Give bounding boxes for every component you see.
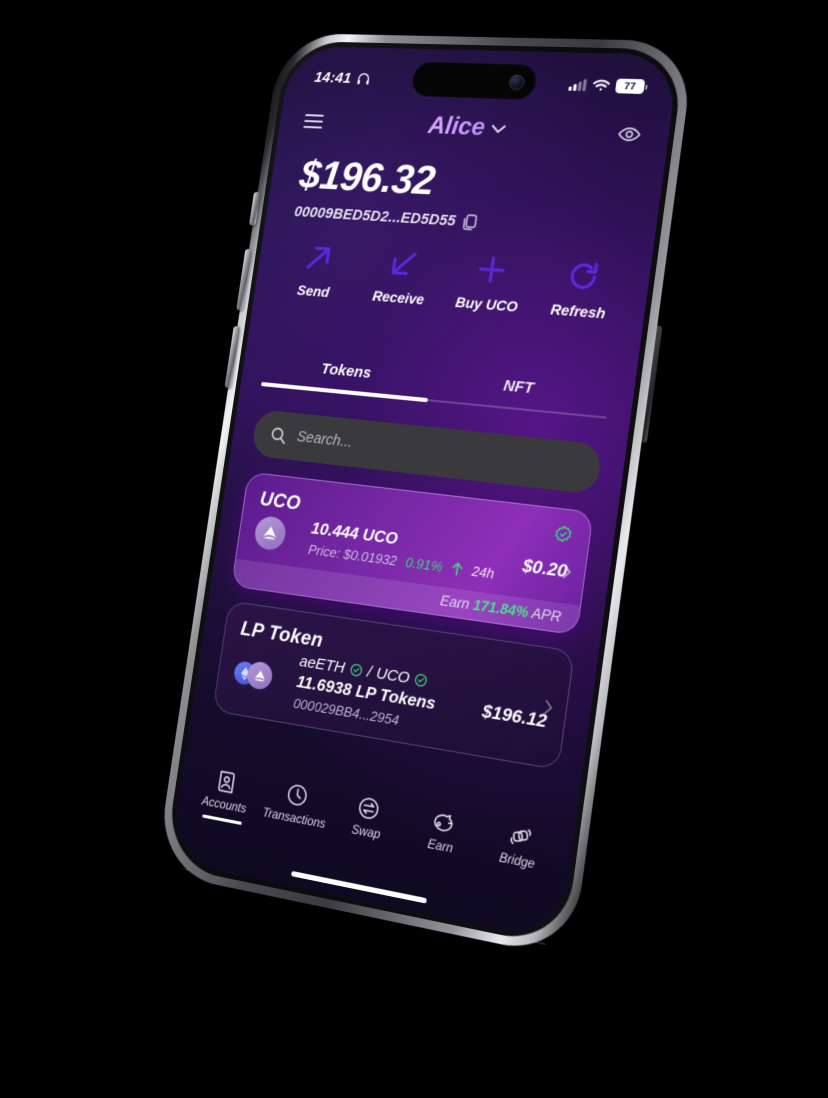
search-input[interactable]: Search...	[296, 429, 354, 451]
token-logo-group	[232, 660, 277, 692]
send-label: Send	[296, 281, 331, 301]
receive-button[interactable]: Receive	[361, 245, 441, 308]
phone-mockup-stage: 14:41 77 Alice $196.32 00009BED5D2...ED5…	[0, 0, 828, 1098]
account-name-label: Alice	[426, 111, 487, 142]
nav-item-bridge[interactable]: Bridge	[478, 817, 560, 876]
verified-badge-icon	[414, 672, 429, 688]
uco-logo-icon	[252, 515, 288, 552]
plus-icon	[473, 252, 510, 287]
bridge-rotate-icon	[506, 822, 534, 852]
chevron-right-icon	[562, 564, 572, 579]
copy-icon[interactable]	[462, 214, 478, 231]
refresh-label: Refresh	[549, 300, 607, 322]
chevron-right-icon	[543, 700, 553, 716]
contact-card-icon	[215, 768, 240, 796]
token-logo-group	[252, 515, 301, 553]
verified-badge-icon	[553, 524, 574, 545]
token-nft-tabs: Tokens NFT	[241, 353, 635, 421]
status-time: 14:41	[313, 68, 353, 87]
nav-label-transactions: Transactions	[261, 806, 327, 832]
account-selector[interactable]: Alice	[426, 112, 508, 144]
token-fiat-value: $196.12	[480, 700, 549, 732]
token-name: UCO	[258, 488, 303, 515]
refresh-button[interactable]: Refresh	[538, 257, 624, 323]
refresh-icon	[564, 258, 602, 294]
nav-item-swap[interactable]: Swap	[329, 790, 407, 846]
wallet-address: 00009BED5D2...ED5D55	[293, 204, 457, 230]
cellular-signal-icon	[568, 78, 587, 92]
pair-token-right: UCO	[375, 664, 411, 688]
token-card-lp[interactable]: LP Token aeETH / UCO 11.6938 LP Tokens 0…	[212, 600, 575, 771]
pair-separator: /	[365, 662, 373, 682]
phone-device: 14:41 77 Alice $196.32 00009BED5D2...ED5…	[155, 32, 696, 960]
eye-icon[interactable]	[617, 125, 642, 142]
arrow-up-right-icon	[301, 241, 336, 275]
address-row[interactable]: 00009BED5D2...ED5D55	[293, 204, 624, 240]
verified-badge-icon	[349, 662, 364, 678]
hamburger-menu-icon[interactable]	[303, 114, 324, 129]
nav-label-accounts: Accounts	[200, 795, 248, 817]
front-camera-icon	[508, 73, 526, 90]
nav-label-bridge: Bridge	[498, 851, 536, 872]
arrow-down-left-icon	[385, 246, 421, 281]
dynamic-island	[410, 61, 539, 100]
headphone-icon	[356, 71, 372, 86]
app-header: Alice	[277, 97, 672, 161]
chevron-down-icon	[491, 124, 506, 134]
wallet-icon	[430, 808, 457, 837]
wifi-icon	[592, 79, 610, 92]
battery-indicator: 77	[614, 78, 649, 95]
nav-item-transactions[interactable]: Transactions	[258, 777, 334, 832]
token-list: UCO 10.444 UCO Price: $0.01932 0.91% 24h…	[210, 471, 594, 786]
token-fiat-value: $0.20	[521, 555, 569, 582]
swap-arrows-icon	[356, 794, 382, 823]
earn-apr-value: 171.84%	[472, 596, 530, 621]
clock-icon	[284, 781, 310, 809]
nav-label-swap: Swap	[350, 823, 382, 842]
nav-item-accounts[interactable]: Accounts	[190, 764, 263, 826]
receive-label: Receive	[371, 287, 426, 308]
search-icon	[269, 425, 287, 444]
earn-prefix-label: Earn	[439, 592, 471, 613]
nav-label-earn: Earn	[426, 838, 454, 856]
balance-section: $196.32 00009BED5D2...ED5D55	[266, 151, 665, 242]
nav-active-underline	[201, 814, 242, 826]
earn-suffix-label: APR	[530, 604, 563, 626]
send-button[interactable]: Send	[278, 240, 356, 302]
quick-actions: Send Receive Buy UCO Refresh	[254, 238, 651, 325]
tab-nft[interactable]: NFT	[428, 370, 611, 416]
